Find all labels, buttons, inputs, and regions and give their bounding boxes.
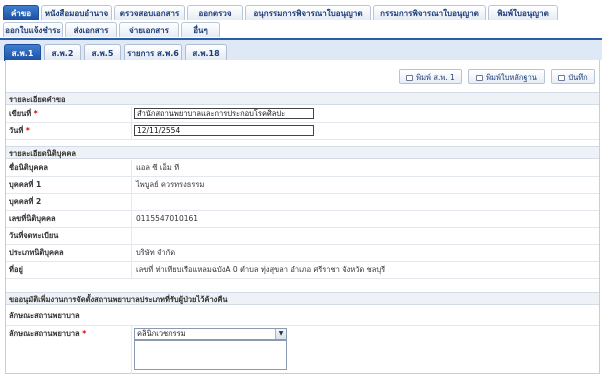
- tab-send-documents[interactable]: ส่งเอกสาร: [65, 22, 117, 37]
- field-value: ไพบูลย์ ควรทรงธรรม: [136, 180, 205, 189]
- date-row: วันที่ * 12/11/2554: [6, 123, 599, 140]
- tab-others[interactable]: อื่นๆ: [181, 22, 220, 37]
- tab-power-of-attorney[interactable]: หนังสือมอบอำนาจ: [41, 5, 112, 20]
- print-evidence-button[interactable]: พิมพ์ใบหลักฐาน: [468, 69, 545, 84]
- field-label: วันที่จดทะเบียน: [9, 231, 59, 240]
- facility-detail-textarea[interactable]: [134, 340, 287, 370]
- juristic-section-title: รายละเอียดนิติบุคคล: [6, 146, 599, 159]
- tab-sp1[interactable]: ส.พ.1: [4, 44, 41, 61]
- date-label: วันที่ *: [9, 126, 30, 135]
- field-label: บุคคลที่ 1: [9, 180, 42, 189]
- request-section-title: รายละเอียดคำขอ: [6, 92, 599, 105]
- tab-sp2[interactable]: ส.พ.2: [44, 44, 81, 61]
- save-label: บันทึก: [568, 73, 588, 82]
- toolbar: พิมพ์ ส.พ. 1 พิมพ์ใบหลักฐาน บันทึก: [6, 60, 599, 89]
- print-evidence-label: พิมพ์ใบหลักฐาน: [486, 73, 537, 82]
- permit-subsection-title: ลักษณะสถานพยาบาล: [9, 311, 80, 320]
- save-icon: [558, 75, 566, 81]
- save-button[interactable]: บันทึก: [551, 69, 595, 84]
- written-at-row: เขียนที่ * สำนักสถานพยาบาลและการประกอบโร…: [6, 106, 599, 123]
- juristic-number-row: เลขที่นิติบุคคล 0115547010161: [6, 211, 599, 228]
- field-label: ที่อยู่: [9, 265, 23, 274]
- juristic-type-row: ประเภทนิติบุคคล บริษัท จำกัด: [6, 245, 599, 262]
- permit-subsection-row: ลักษณะสถานพยาบาล: [6, 306, 599, 326]
- written-at-label: เขียนที่ *: [9, 109, 38, 118]
- person-1-row: บุคคลที่ 1 ไพบูลย์ ควรทรงธรรม: [6, 177, 599, 194]
- address-row: ที่อยู่ เลขที่ ท่าเทียบเรือแหลมฉบังA 0 ต…: [6, 262, 599, 279]
- form-panel: พิมพ์ ส.พ. 1 พิมพ์ใบหลักฐาน บันทึก รายละ…: [5, 60, 600, 374]
- field-label: เลขที่นิติบุคคล: [9, 214, 56, 223]
- tab-request[interactable]: คำขอ: [3, 5, 39, 20]
- written-at-input[interactable]: สำนักสถานพยาบาลและการประกอบโรคศิลปะ: [134, 108, 314, 119]
- tab-payment-notice[interactable]: ออกใบแจ้งชำระ: [3, 22, 63, 37]
- field-value: 0115547010161: [136, 214, 199, 223]
- registration-date-row: วันที่จดทะเบียน: [6, 228, 599, 245]
- form-tabs-bar: ส.พ.1 ส.พ.2 ส.พ.5 รายการ ส.พ.6 ส.พ.18: [0, 38, 602, 61]
- tab-sp5[interactable]: ส.พ.5: [84, 44, 121, 61]
- tab-committee-review[interactable]: กรรมการพิจารณาใบอนุญาต: [373, 5, 486, 20]
- juristic-name-row: ชื่อนิติบุคคล แอล ซี เอ็ม ที: [6, 160, 599, 177]
- facility-type-select[interactable]: คลินิกเวชกรรม ▼: [134, 328, 287, 340]
- tab-sp18[interactable]: ส.พ.18: [185, 44, 227, 61]
- field-label: ประเภทนิติบุคคล: [9, 248, 64, 257]
- field-label: บุคคลที่ 2: [9, 197, 42, 206]
- date-input[interactable]: 12/11/2554: [134, 125, 314, 136]
- field-value: บริษัท จำกัด: [136, 248, 176, 257]
- field-value: แอล ซี เอ็ม ที: [136, 163, 180, 172]
- field-label: ชื่อนิติบุคคล: [9, 163, 48, 172]
- top-navigation: คำขอ หนังสือมอบอำนาจ ตรวจสอบเอกสาร ออกตร…: [0, 0, 602, 38]
- tab-dispatch-documents[interactable]: จ่ายเอกสาร: [119, 22, 179, 37]
- facility-type-label: ลักษณะสถานพยาบาล *: [9, 329, 87, 338]
- tab-document-check[interactable]: ตรวจสอบเอกสาร: [114, 5, 185, 20]
- tab-print-permit[interactable]: พิมพ์ใบอนุญาต: [488, 5, 558, 20]
- facility-type-row: ลักษณะสถานพยาบาล * คลินิกเวชกรรม ▼: [6, 326, 599, 374]
- tab-inspection[interactable]: ออกตรวจ: [187, 5, 243, 20]
- person-2-row: บุคคลที่ 2: [6, 194, 599, 211]
- permit-section-title: ขออนุมัติเพิ่มงานการจัดตั้งสถานพยาบาลประ…: [6, 292, 599, 305]
- chevron-down-icon[interactable]: ▼: [275, 329, 286, 339]
- tab-subcommittee-review[interactable]: อนุกรรมการพิจารณาใบอนุญาต: [245, 5, 371, 20]
- printer-icon: [476, 75, 484, 81]
- print-sp1-label: พิมพ์ ส.พ. 1: [416, 73, 455, 82]
- field-value: เลขที่ ท่าเทียบเรือแหลมฉบังA 0 ตำบล ทุ่ง…: [136, 265, 386, 274]
- printer-icon: [406, 75, 414, 81]
- print-sp1-button[interactable]: พิมพ์ ส.พ. 1: [399, 69, 462, 84]
- tab-sp6-list[interactable]: รายการ ส.พ.6: [124, 44, 182, 61]
